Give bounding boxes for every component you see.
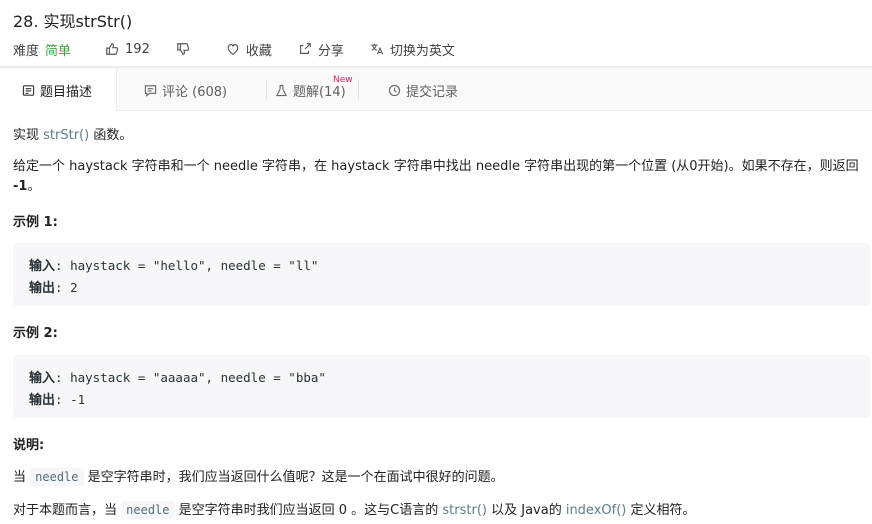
indexof-link[interactable]: indexOf() bbox=[566, 503, 627, 518]
note2-text-pre: 对于本题而言，当 bbox=[13, 503, 122, 518]
clock-icon bbox=[388, 84, 401, 96]
tab-description[interactable]: 题目描述 bbox=[0, 69, 117, 111]
intro-paragraph: 实现 strStr() 函数。 bbox=[13, 124, 132, 143]
input-label: 输入 bbox=[29, 371, 56, 386]
needle-code: needle bbox=[121, 501, 175, 519]
output-label: 输出 bbox=[29, 393, 56, 408]
example-1-input: : haystack = "hello", needle = "ll" bbox=[55, 258, 319, 273]
example-2-output: : -1 bbox=[55, 392, 86, 407]
note-paragraph-2: 对于本题而言，当 needle 是空字符串时我们应当返回 0 。这与C语言的 s… bbox=[13, 499, 696, 519]
example-2-input-line: 输入: haystack = "aaaaa", needle = "bba" bbox=[29, 367, 854, 389]
comment-icon bbox=[144, 84, 157, 97]
note1-text-pre: 当 bbox=[13, 470, 31, 485]
translate-icon bbox=[371, 43, 384, 55]
tab-discuss-label: 评论 (608) bbox=[162, 84, 228, 100]
description-icon bbox=[22, 84, 35, 96]
favorite-button[interactable]: 收藏 bbox=[226, 40, 272, 59]
example-2-block: 输入: haystack = "aaaaa", needle = "bba" 输… bbox=[13, 355, 870, 418]
strstr-c-link[interactable]: strstr() bbox=[442, 503, 487, 518]
thumbs-up-icon bbox=[106, 43, 119, 55]
note-heading: 说明: bbox=[13, 438, 45, 453]
difficulty-badge: 简单 bbox=[45, 43, 72, 59]
tab-solutions[interactable]: 题解(14) New bbox=[267, 69, 359, 111]
note1-text-post: 是空字符串时，我们应当返回什么值呢？这是一个在面试中很好的问题。 bbox=[83, 470, 504, 485]
output-label: 输出 bbox=[29, 281, 56, 296]
favorite-label: 收藏 bbox=[245, 43, 272, 59]
new-badge: New bbox=[333, 75, 353, 85]
flask-icon bbox=[275, 84, 288, 96]
example-1-output-line: 输出: 2 bbox=[29, 277, 854, 299]
strstr-link[interactable]: strStr() bbox=[43, 128, 89, 143]
problem-title: 28. 实现strStr() bbox=[13, 12, 133, 31]
tab-submissions-label: 提交记录 bbox=[406, 84, 459, 100]
problem-meta-bar: 难度 简单 192 收藏 分享 切换为英文 bbox=[13, 40, 481, 59]
example-2-output-line: 输出: -1 bbox=[29, 389, 854, 411]
example-1-output: : 2 bbox=[55, 280, 78, 295]
statement-return-value: -1 bbox=[13, 179, 28, 194]
dislike-button[interactable] bbox=[176, 42, 196, 56]
like-button[interactable]: 192 bbox=[105, 42, 150, 57]
example-1-block: 输入: haystack = "hello", needle = "ll" 输出… bbox=[13, 243, 870, 306]
thumbs-down-icon bbox=[177, 43, 189, 55]
problem-tabs: 题目描述 评论 (608) 题解(14) New 提交记录 bbox=[0, 69, 872, 111]
example-2-heading: 示例 2: bbox=[13, 326, 58, 341]
note2-text-mid: 是空字符串时我们应当返回 0 。这与C语言的 bbox=[174, 503, 443, 518]
statement-text: 给定一个 haystack 字符串和一个 needle 字符串，在 haysta… bbox=[13, 159, 859, 174]
note-paragraph-1: 当 needle 是空字符串时，我们应当返回什么值呢？这是一个在面试中很好的问题… bbox=[13, 466, 504, 486]
intro-text-post: 函数。 bbox=[89, 128, 133, 143]
tab-submissions[interactable]: 提交记录 bbox=[359, 69, 458, 111]
intro-text-pre: 实现 bbox=[13, 128, 44, 143]
example-1-input-line: 输入: haystack = "hello", needle = "ll" bbox=[29, 255, 854, 277]
heart-icon bbox=[227, 44, 239, 55]
difficulty-label: 难度 bbox=[13, 43, 40, 59]
translate-label: 切换为英文 bbox=[389, 43, 455, 59]
share-label: 分享 bbox=[317, 43, 344, 59]
tab-description-label: 题目描述 bbox=[40, 84, 93, 100]
example-1-heading: 示例 1: bbox=[13, 215, 58, 230]
example-2-input: : haystack = "aaaaa", needle = "bba" bbox=[55, 370, 326, 385]
note2-text-mid2: 以及 Java的 bbox=[486, 503, 566, 518]
tab-discuss[interactable]: 评论 (608) bbox=[117, 69, 267, 111]
like-count: 192 bbox=[125, 41, 150, 57]
note2-text-end: 定义相符。 bbox=[626, 503, 696, 518]
problem-statement: 给定一个 haystack 字符串和一个 needle 字符串，在 haysta… bbox=[13, 157, 869, 197]
needle-code: needle bbox=[30, 468, 84, 486]
share-button[interactable]: 分享 bbox=[298, 40, 344, 59]
share-icon bbox=[299, 43, 311, 54]
statement-end: 。 bbox=[27, 179, 41, 194]
translate-button[interactable]: 切换为英文 bbox=[370, 40, 455, 59]
input-label: 输入 bbox=[29, 259, 56, 274]
